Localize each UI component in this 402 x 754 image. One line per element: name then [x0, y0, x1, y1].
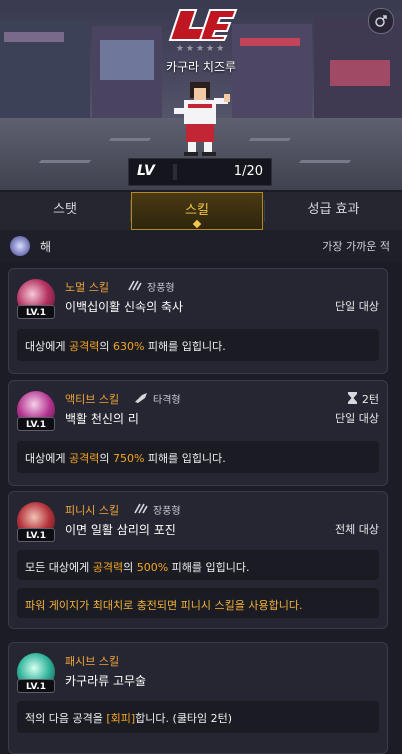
level-divider: [173, 164, 177, 180]
skill-target: 전체 대상: [335, 523, 379, 536]
skill-name: 이면 일활 삼리의 포진: [65, 523, 176, 537]
strike-range-icon: [135, 393, 147, 403]
skill-range: 장풍형: [153, 506, 181, 517]
skill-card-active[interactable]: LV.1 액티브 스킬 타격형 2턴 백활 천신의 리 단일 대상 대상에게 공…: [8, 380, 388, 486]
skill-type: 피니시 스킬: [65, 504, 120, 517]
background-building: [4, 32, 64, 42]
crosswalk-stripe: [108, 138, 152, 141]
cooldown-text: 2턴: [361, 393, 379, 406]
attack-stat-keyword: 공격력: [68, 452, 100, 465]
level-value: 1/20: [233, 164, 263, 179]
gender-icon[interactable]: [368, 8, 394, 34]
element-row: 해 가장 가까운 적: [0, 230, 402, 262]
skill-cooldown: 2턴: [347, 391, 379, 407]
element-label: 해: [40, 240, 52, 254]
damage-percent: 750%: [112, 452, 145, 465]
finish-condition-text: 파워 게이지가 최대치로 충전되면 피니시 스킬을 사용합니다.: [25, 599, 303, 612]
skill-name: 카구라류 고무술: [65, 674, 147, 688]
hourglass-icon: [347, 392, 357, 404]
skill-level-badge: LV.1: [17, 528, 55, 542]
character-name: 카구라 치즈루: [165, 60, 237, 74]
desc-text: 의: [99, 340, 113, 353]
desc-text: 대상에게: [25, 340, 69, 353]
wind-range-icon: [134, 503, 148, 514]
level-label: LV: [137, 163, 155, 179]
desc-text: 대상에게: [25, 452, 69, 465]
desc-text: 의: [99, 452, 113, 465]
wind-range-icon: [128, 280, 142, 291]
finish-condition-note: 파워 게이지가 최대치로 충전되면 피니시 스킬을 사용합니다.: [17, 588, 379, 618]
skill-description: 대상에게 공격력의 630% 피해를 입힙니다.: [17, 329, 379, 361]
damage-percent: 630%: [112, 340, 145, 353]
tab-bar: 스탯 스킬 성급 효과: [0, 192, 402, 230]
desc-text: 피해를 입힙니다.: [168, 561, 250, 574]
skill-range: 타격형: [153, 395, 181, 406]
skill-name: 이백십이활 신속의 축사: [65, 300, 184, 314]
evade-keyword: [회피]: [106, 712, 136, 725]
attack-stat-keyword: 공격력: [92, 561, 124, 574]
character-hero-banner: ★★★★★ 카구라 치즈루 LV 1/20: [0, 0, 402, 190]
tab-star-effects[interactable]: 성급 효과: [265, 192, 402, 230]
desc-text: 합니다. (쿨타임 2턴): [135, 712, 233, 725]
tab-skills[interactable]: 스킬: [131, 192, 263, 230]
desc-text: 적의 다음 공격을: [25, 712, 107, 725]
skill-description: 모든 대상에게 공격력의 500% 피해를 입힙니다.: [17, 550, 379, 580]
skill-card-normal[interactable]: LV.1 노멀 스킬 장풍형 이백십이활 신속의 축사 단일 대상 대상에게 공…: [8, 268, 388, 374]
skill-target: 단일 대상: [335, 300, 379, 313]
skill-type: 액티브 스킬: [65, 393, 120, 406]
skill-level-badge: LV.1: [17, 679, 55, 693]
desc-text: 피해를 입힙니다.: [144, 340, 226, 353]
skill-range: 장풍형: [147, 283, 175, 294]
skill-description: 대상에게 공격력의 750% 피해를 입힙니다.: [17, 441, 379, 473]
star-rating: ★★★★★: [175, 44, 227, 54]
crosswalk-stripe: [38, 160, 92, 163]
skill-level-badge: LV.1: [17, 417, 55, 431]
skill-card-finish[interactable]: LV.1 피니시 스킬 장풍형 이면 일활 삼리의 포진 전체 대상 모든 대상…: [8, 491, 388, 629]
crosswalk-stripe: [298, 160, 352, 163]
sun-element-icon: [10, 236, 30, 256]
skill-target: 단일 대상: [335, 412, 379, 425]
skill-type: 노멀 스킬: [65, 281, 109, 294]
skill-level-badge: LV.1: [17, 305, 55, 319]
attack-stat-keyword: 공격력: [68, 340, 100, 353]
desc-text: 모든 대상에게: [25, 561, 93, 574]
rarity-logo: [166, 6, 240, 46]
skill-type: 패시브 스킬: [65, 655, 120, 668]
desc-text: 의: [123, 561, 137, 574]
skill-name: 백활 천신의 리: [65, 412, 139, 426]
skill-description: 적의 다음 공격을 [회피]합니다. (쿨타임 2턴): [17, 701, 379, 733]
skill-card-passive[interactable]: LV.1 패시브 스킬 카구라류 고무술 적의 다음 공격을 [회피]합니다. …: [8, 642, 388, 754]
target-rule: 가장 가까운 적: [322, 240, 390, 253]
level-bar: LV 1/20: [128, 158, 272, 186]
crosswalk-stripe: [248, 138, 292, 141]
tab-stats[interactable]: 스탯: [0, 192, 130, 230]
damage-percent: 500%: [136, 561, 169, 574]
desc-text: 피해를 입힙니다.: [144, 452, 226, 465]
character-sprite: [174, 82, 230, 156]
